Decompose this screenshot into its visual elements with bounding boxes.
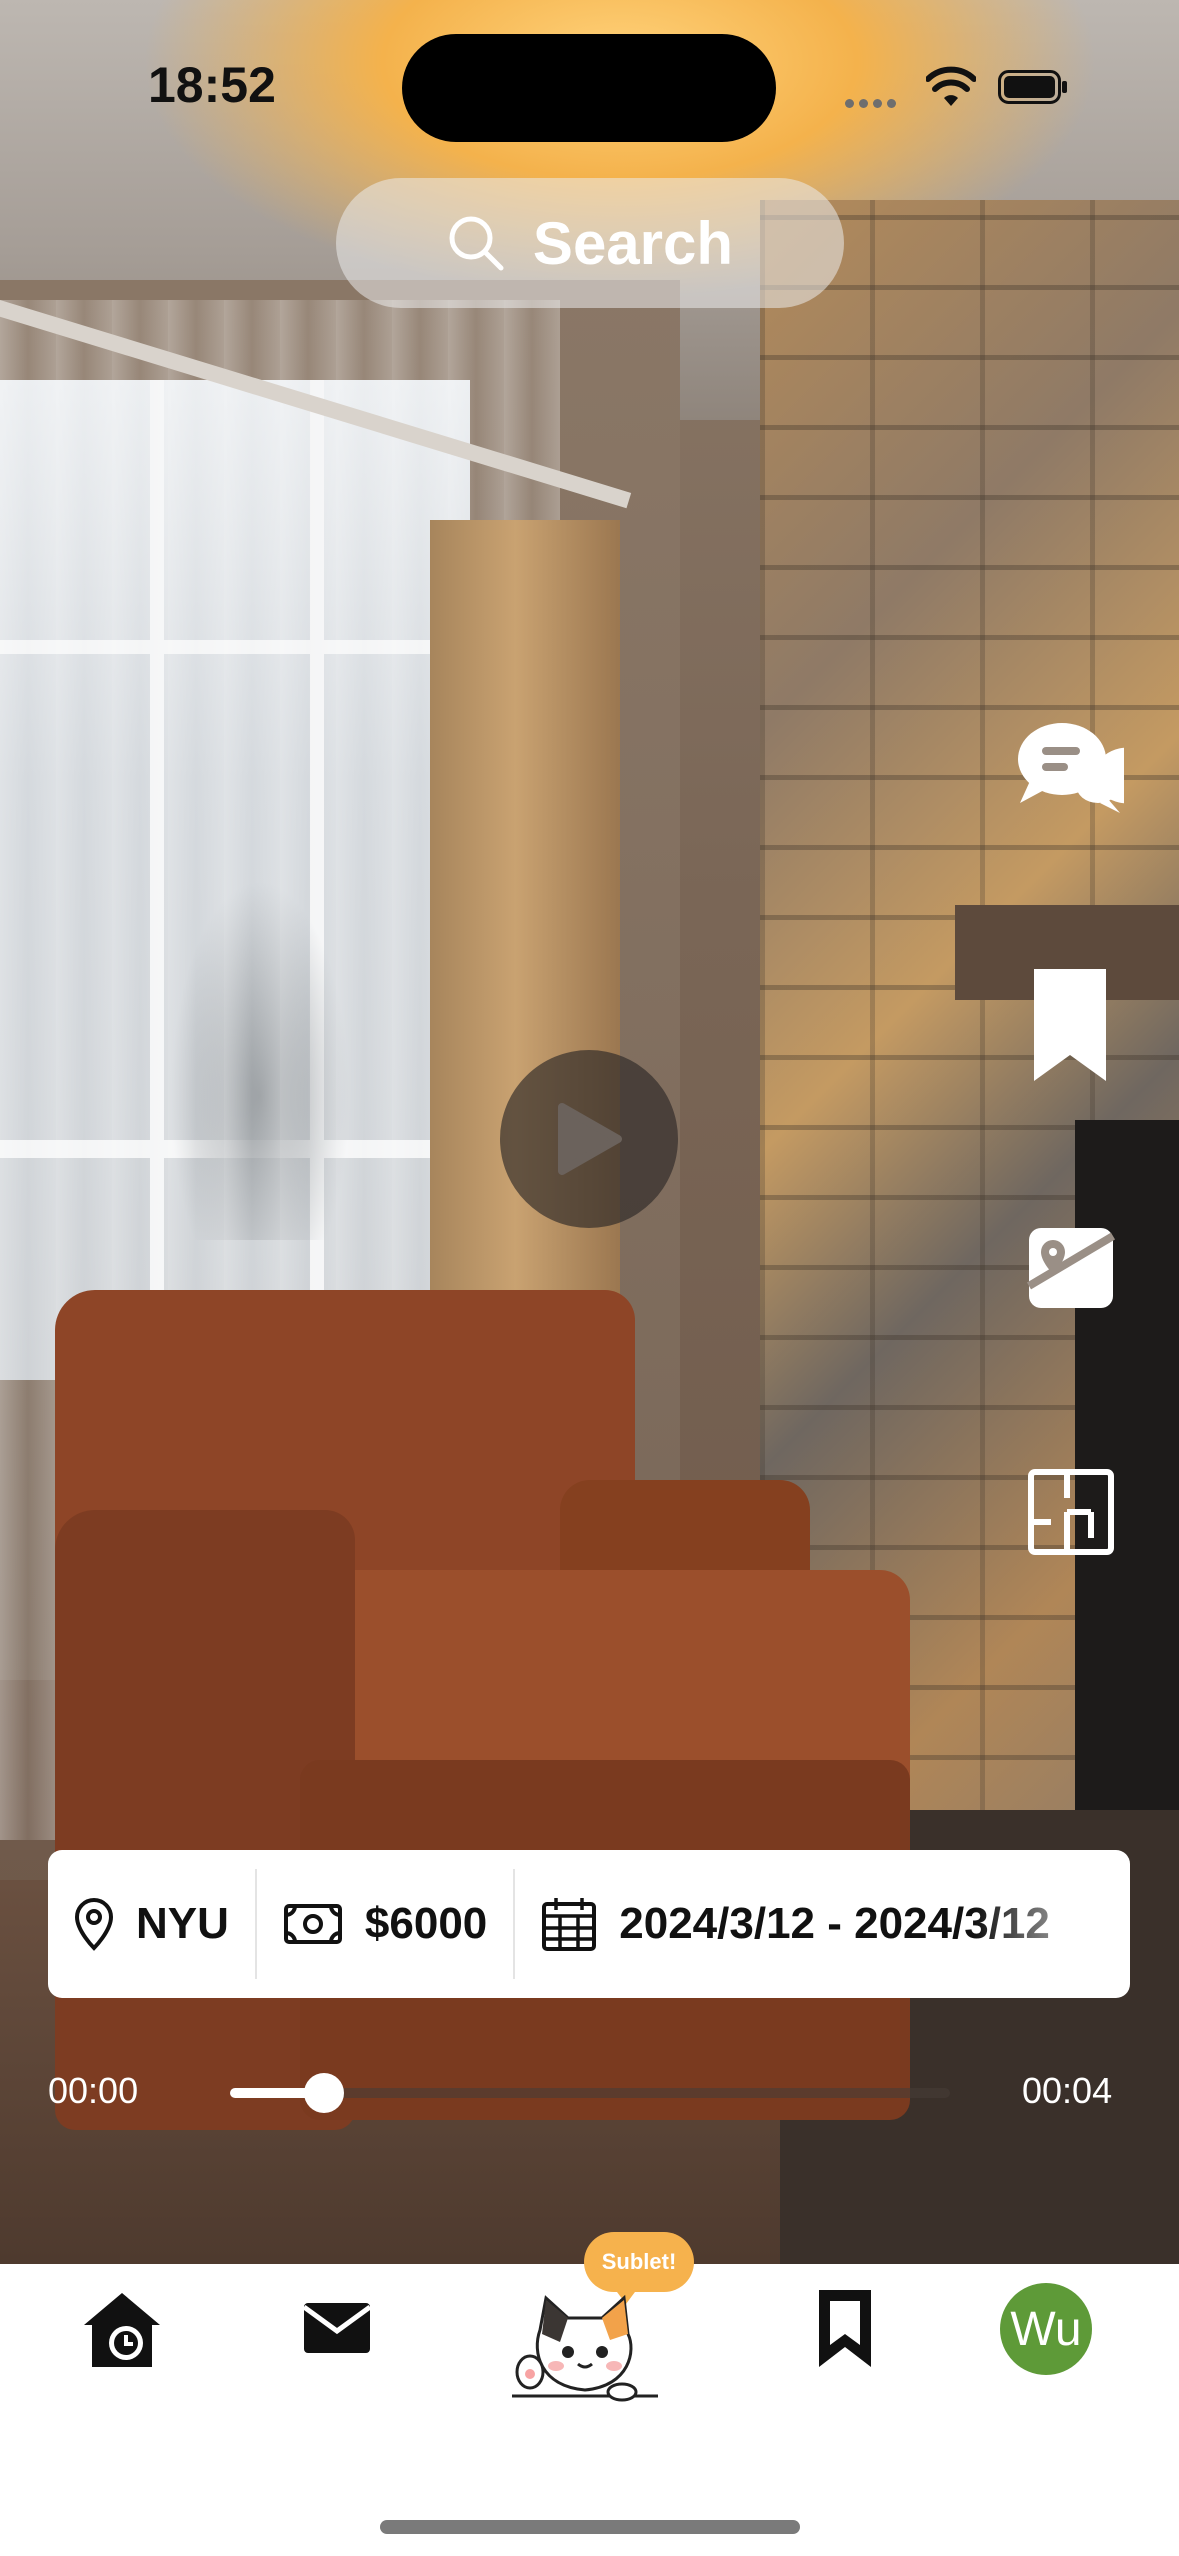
tab-home[interactable] xyxy=(80,2290,164,2370)
cash-icon xyxy=(283,1904,342,1944)
price-text: $6000 xyxy=(364,1899,488,1948)
sublet-bubble: Sublet! xyxy=(584,2232,694,2304)
listing-info-bar[interactable]: NYU $6000 2024/3/12 - 2024/3/12 xyxy=(48,1850,1130,1998)
tab-messages[interactable] xyxy=(300,2300,374,2356)
dates-text: 2024/3/12 - 2024/3/12 xyxy=(619,1899,1050,1948)
wifi-icon xyxy=(926,66,976,106)
cellular-signal-icon xyxy=(845,95,901,113)
mail-icon xyxy=(302,2303,372,2353)
map-view-button[interactable] xyxy=(1026,1226,1116,1310)
bookmark-icon xyxy=(1034,969,1106,1081)
dynamic-island xyxy=(402,34,776,142)
dates-chip[interactable]: 2024/3/12 - 2024/3/12 xyxy=(515,1850,1076,1998)
location-pin-icon xyxy=(74,1897,114,1951)
play-button[interactable] xyxy=(500,1050,678,1228)
location-text: NYU xyxy=(136,1899,229,1948)
tab-saved[interactable] xyxy=(814,2286,876,2372)
progress-slider[interactable] xyxy=(230,2073,950,2113)
calendar-icon xyxy=(542,1898,597,1951)
search-button[interactable]: Search xyxy=(336,178,844,308)
search-label: Search xyxy=(532,209,734,277)
app-screen: 18:52 Search NYU $6000 2024/3/12 - 2024/… xyxy=(0,0,1179,2556)
chat-button[interactable] xyxy=(1015,716,1125,816)
progress-knob[interactable] xyxy=(303,2073,344,2113)
price-chip[interactable]: $6000 xyxy=(257,1850,513,1998)
floor-plan-button[interactable] xyxy=(1026,1468,1116,1556)
battery-icon xyxy=(998,70,1067,104)
home-indicator xyxy=(380,2520,800,2534)
location-chip[interactable]: NYU xyxy=(48,1850,255,1998)
search-icon xyxy=(449,216,504,271)
tab-sublet[interactable] xyxy=(510,2290,660,2402)
avatar[interactable]: Wu xyxy=(1000,2283,1092,2375)
status-time: 18:52 xyxy=(148,57,276,113)
floor-plan-icon xyxy=(1028,1469,1114,1555)
save-bookmark-button[interactable] xyxy=(1030,966,1110,1084)
bookmark-icon xyxy=(819,2290,871,2367)
home-clock-icon xyxy=(84,2293,160,2367)
cat-mascot-icon xyxy=(512,2294,658,2402)
chat-icon xyxy=(1018,723,1124,813)
current-time: 00:00 xyxy=(48,2070,139,2111)
duration: 00:04 xyxy=(1022,2070,1113,2111)
play-icon xyxy=(558,1103,622,1175)
map-pin-icon xyxy=(1027,1228,1115,1308)
